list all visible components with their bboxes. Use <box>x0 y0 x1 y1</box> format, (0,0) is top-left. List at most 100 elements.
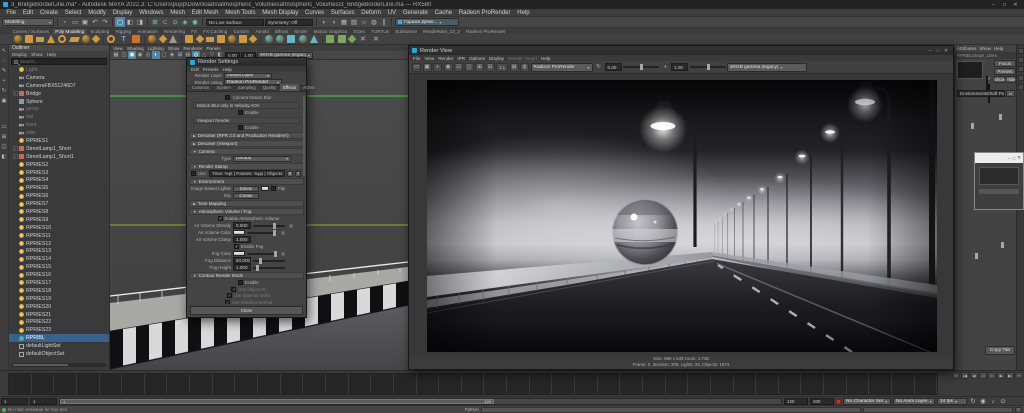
character-controls-icon[interactable] <box>1018 84 1024 90</box>
menu-item[interactable]: Help <box>514 10 533 16</box>
expand-toggle[interactable] <box>13 288 18 293</box>
outliner-item[interactable]: CameraFBX51246D7 <box>9 82 109 90</box>
viewport-toolbar-icon[interactable]: ◈ <box>168 51 176 59</box>
display-alpha-icon[interactable]: ◍ <box>520 63 529 72</box>
poly-sphere-icon[interactable] <box>14 35 22 43</box>
outliner-item[interactable]: + Bridge <box>9 90 109 98</box>
tool-settings-icon[interactable] <box>1018 66 1024 72</box>
outliner-item[interactable]: RPRIES22 <box>9 319 109 327</box>
stamp-help-button[interactable]: ? <box>295 171 301 177</box>
render-view-window-control[interactable]: ✕ <box>942 48 950 54</box>
outliner-item[interactable]: RPRIES14 <box>9 255 109 263</box>
range-slider-trough[interactable]: 1 120 <box>59 398 782 405</box>
render-view-menu-item[interactable]: View <box>424 56 434 61</box>
expand-toggle[interactable] <box>13 138 18 143</box>
atmospheric-volume-section[interactable]: ▼Atmospheric Volume / Fog <box>189 208 304 215</box>
platonic-solid-icon[interactable] <box>92 35 100 43</box>
separate-icon[interactable] <box>169 35 177 43</box>
open-scene-icon[interactable]: ▭ <box>70 17 80 27</box>
time-tick[interactable] <box>666 374 689 394</box>
time-tick[interactable] <box>281 374 304 394</box>
go-to-start-button[interactable]: « <box>952 372 960 379</box>
render-settings-titlebar[interactable]: Render Settings <box>187 58 306 66</box>
time-tick[interactable] <box>190 374 213 394</box>
viewport-toolbar-icon[interactable]: ▣ <box>128 51 136 59</box>
hide-button[interactable]: Hide <box>1006 76 1016 83</box>
outliner-item[interactable]: side <box>9 129 109 137</box>
time-tick[interactable] <box>9 374 32 394</box>
close-button[interactable]: Close <box>190 306 303 315</box>
render-view-menu-item[interactable]: File <box>413 56 420 61</box>
symmetrize-icon[interactable] <box>347 35 355 43</box>
combine-icon[interactable] <box>158 35 166 43</box>
time-tick[interactable] <box>100 374 123 394</box>
time-tick[interactable] <box>371 374 394 394</box>
outliner-item[interactable]: RPRIES20 <box>9 303 109 311</box>
time-tick[interactable] <box>915 374 938 394</box>
outliner-item[interactable]: persp <box>9 105 109 113</box>
window-control-button[interactable]: □ <box>999 2 1010 8</box>
sky-create-button[interactable]: Create <box>233 193 259 199</box>
make-live-icon[interactable]: ◉ <box>190 17 200 27</box>
keep-image-icon[interactable]: ⊞ <box>475 63 484 72</box>
type-tool-icon[interactable]: T <box>119 34 129 44</box>
rv-exposure-field[interactable]: 0.00 <box>605 63 622 71</box>
time-tick[interactable] <box>167 374 190 394</box>
outliner-item[interactable]: RPRIES8 <box>9 208 109 216</box>
one-to-one-button[interactable]: 1:1 <box>496 63 508 72</box>
time-tick[interactable] <box>439 374 462 394</box>
expand-toggle[interactable] <box>13 107 18 112</box>
multi-cut-icon[interactable] <box>217 35 225 43</box>
copy-tab-button[interactable]: Copy Tab <box>985 346 1015 355</box>
select-tool-icon[interactable]: ↖ <box>0 47 8 55</box>
outliner-item[interactable]: RPRIES4 <box>9 176 109 184</box>
expand-toggle[interactable] <box>13 296 18 301</box>
menu-item[interactable]: Select <box>61 10 84 16</box>
expand-toggle[interactable]: + <box>13 146 18 151</box>
layout-single-icon[interactable]: ▭ <box>0 123 8 131</box>
script-editor-icon[interactable]: ≡ <box>1015 407 1022 413</box>
snapshot-icon[interactable]: ◫ <box>465 63 474 72</box>
playback-start-field[interactable]: 1 <box>30 398 57 405</box>
quad-draw-icon[interactable] <box>239 35 247 43</box>
render-stamp-section[interactable]: ▼Render Stamp <box>189 163 304 170</box>
air-density-slider[interactable] <box>253 225 285 227</box>
workspace-dropdown[interactable]: Гаражи Демо... ▾ <box>395 18 459 26</box>
extrude-icon[interactable] <box>185 35 193 43</box>
menu-item[interactable]: UV <box>384 10 399 16</box>
toolbar-icon[interactable] <box>391 18 392 26</box>
snap-grid-icon[interactable]: ⊞ <box>150 17 160 27</box>
time-tick[interactable] <box>484 374 507 394</box>
select-hierarchy-icon[interactable]: ◨ <box>135 17 145 27</box>
outliner-menu-item[interactable]: Show <box>31 52 43 57</box>
outliner-item[interactable]: RPRIES5 <box>9 184 109 192</box>
flip-checkbox[interactable] <box>271 186 276 191</box>
anim-start-field[interactable]: 1 <box>1 398 28 405</box>
save-image-icon[interactable]: ▣ <box>423 63 432 72</box>
rotate-tool-icon[interactable]: ↻ <box>0 87 8 95</box>
outliner-item[interactable]: RPRIES10 <box>9 224 109 232</box>
fog-distance-field[interactable]: 50.000 <box>233 257 251 264</box>
expand-toggle[interactable] <box>13 115 18 120</box>
camera-section[interactable]: ▼Camera <box>189 148 304 155</box>
shelf-button[interactable] <box>322 35 323 44</box>
ibl-file-field[interactable]: Environments/Soft Pale (3).hdr <box>957 90 1005 97</box>
expand-toggle[interactable] <box>13 352 18 357</box>
set-key-icon[interactable] <box>836 399 841 404</box>
ibl-preview-swatch[interactable] <box>957 61 983 79</box>
camera-motion-blur-checkbox[interactable] <box>225 95 230 100</box>
expand-toggle[interactable] <box>13 99 18 104</box>
contrast-icon[interactable]: ◑ <box>661 63 670 72</box>
expand-toggle[interactable] <box>13 209 18 214</box>
live-surface-field[interactable]: No Live Surface <box>206 19 264 26</box>
collapse-edge-icon[interactable]: ✕ <box>371 34 381 44</box>
viewport-menu-item[interactable]: Renderer <box>183 46 202 51</box>
render-settings-menu-item[interactable]: Help <box>223 67 232 72</box>
time-tick[interactable] <box>779 374 802 394</box>
outliner-item[interactable]: RPRIES18 <box>9 287 109 295</box>
expand-toggle[interactable] <box>13 83 18 88</box>
toolbar-icon[interactable] <box>57 18 58 26</box>
menu-item[interactable]: Create <box>37 10 62 16</box>
poly-cone-icon[interactable] <box>47 35 55 43</box>
viewport-toolbar-icon[interactable]: ▢ <box>160 51 168 59</box>
